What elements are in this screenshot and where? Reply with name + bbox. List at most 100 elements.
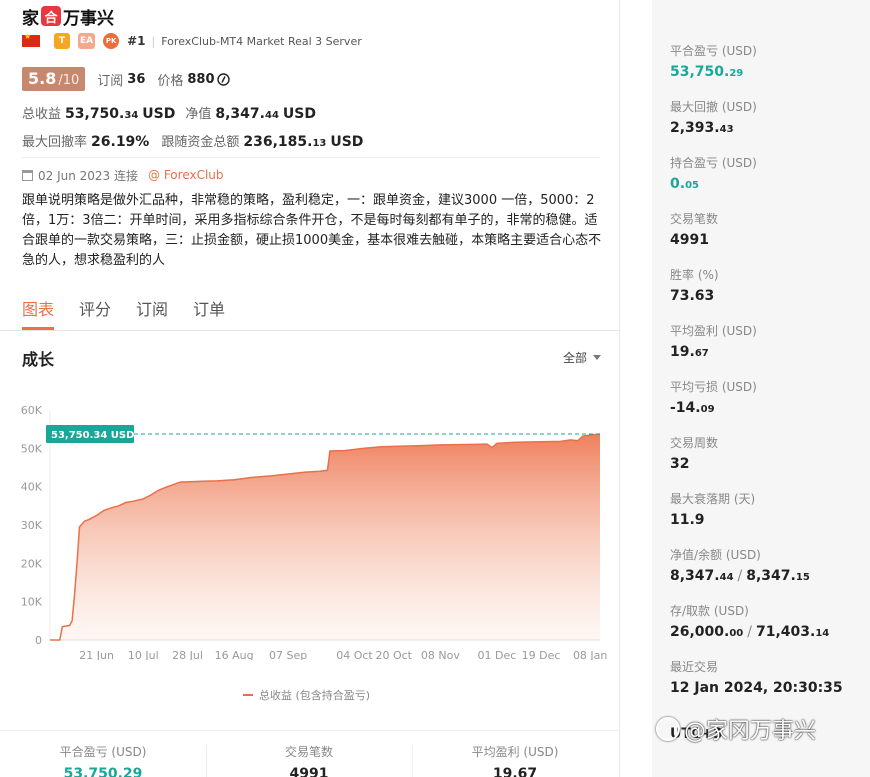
- drawdown-label: 最大回撤率: [22, 135, 88, 150]
- score-box: 5.8 /10: [22, 67, 86, 91]
- watermark: @家冈万事兴: [656, 713, 816, 745]
- side-value-int-2: 71,403.: [755, 624, 816, 640]
- side-value: 2,393.43: [670, 120, 865, 136]
- net-unit: USD: [282, 106, 316, 122]
- side-value: 73.63: [670, 288, 715, 304]
- server-name: ForexClub-MT4 Market Real 3 Server: [161, 34, 362, 48]
- side-value-dec: 43: [719, 124, 734, 135]
- side-label: 最大衰落期 (天): [670, 492, 756, 506]
- stats-sidebar: 平合盈亏 (USD) 53,750.29 最大回撤 (USD) 2,393.43…: [652, 0, 870, 777]
- current-value-badge: 53,750.34 USD: [46, 424, 134, 443]
- watermark-logo-icon: [656, 717, 680, 741]
- y-tick-label: 20K: [21, 557, 43, 570]
- china-flag-icon: [22, 32, 40, 47]
- title-prefix: 家: [22, 8, 39, 29]
- subscribe-label: 订阅: [97, 73, 124, 89]
- side-value: 12 Jan 2024, 20:30:35: [670, 680, 843, 696]
- tab-chart[interactable]: 图表: [22, 296, 54, 320]
- side-value: 19.67: [670, 344, 865, 360]
- side-value: 8,347.44/8,347.15: [670, 568, 865, 584]
- tab-subscription[interactable]: 订阅: [136, 296, 168, 320]
- chart-legend[interactable]: 总收益 (包含持合盈亏): [243, 687, 370, 703]
- side-value-slash: /: [737, 568, 743, 584]
- bottom-stat-label: 平合盈亏 (USD): [59, 745, 147, 759]
- side-value-dec: 09: [700, 404, 715, 415]
- side-value-int: 0.: [670, 176, 686, 192]
- side-value: 0.05: [670, 176, 865, 192]
- bottom-stat-label: 交易笔数: [284, 745, 333, 759]
- strategy-description: 跟单说明策略是做外汇品种，非常稳的策略，盈利稳定，一：跟单资金，建议3000 一…: [22, 193, 602, 268]
- y-tick-label: 10K: [21, 596, 43, 609]
- main-panel: 家 合 万事兴 T EA PK #1 | ForexClub-MT4 Marke…: [0, 0, 620, 777]
- drawdown-value: 26.19%: [91, 134, 150, 150]
- bottom-stat-trades: 交易笔数 4991: [206, 743, 412, 777]
- side-label: 交易周数: [670, 436, 719, 450]
- x-tick-label: 16 Aug: [215, 649, 254, 660]
- divider: [22, 157, 600, 158]
- side-value-dec: 05: [685, 180, 699, 191]
- x-tick-label: 20 Oct: [375, 649, 412, 660]
- side-label: 最近交易: [670, 660, 719, 674]
- side-item-avg-profit: 平均盈利 (USD) 19.67: [670, 322, 865, 360]
- price-value: 880: [187, 71, 215, 87]
- tab-orders[interactable]: 订单: [193, 296, 225, 320]
- side-label: 净值/余额 (USD): [670, 548, 761, 562]
- broker-link[interactable]: @ ForexClub: [148, 168, 224, 182]
- tab-rating[interactable]: 评分: [79, 296, 111, 320]
- meta-row: T EA PK #1 | ForexClub-MT4 Market Real 3…: [22, 32, 362, 50]
- total-profit-label: 总收益: [22, 107, 62, 122]
- side-value: -14.09: [670, 400, 865, 416]
- side-value-int: 53,750.: [670, 64, 730, 80]
- side-item-open-pl: 持合盈亏 (USD) 0.05: [670, 154, 865, 192]
- connect-date: 02 Jun 2023 连接: [38, 168, 139, 183]
- chevron-down-icon: [593, 355, 602, 360]
- legend-swatch: [243, 694, 253, 696]
- side-item-equity-balance: 净值/余额 (USD) 8,347.44/8,347.15: [670, 546, 865, 584]
- y-tick-label: 40K: [21, 481, 43, 494]
- x-tick-label: 07 Sep: [269, 649, 307, 660]
- y-tick-label: 0: [35, 634, 42, 647]
- score-value: 5.8: [28, 69, 57, 88]
- follow-label: 跟随资金总额: [161, 135, 240, 150]
- title-badge: 合: [41, 6, 61, 26]
- range-select[interactable]: 全部: [563, 349, 602, 366]
- side-label: 最大回撤 (USD): [670, 100, 757, 114]
- drawdown-row: 最大回撤率 26.19% 跟随资金总额 236,185. 13 USD: [22, 131, 373, 151]
- profit-row: 总收益 53,750. 34 USD 净值 8,347. 44 USD: [22, 103, 326, 123]
- side-value-int: 2,393.: [670, 120, 720, 136]
- x-tick-label: 28 Jul: [172, 649, 203, 660]
- x-tick-label: 08 Nov: [421, 649, 460, 660]
- side-item-trades: 交易笔数 4991: [670, 210, 865, 248]
- score-row: 5.8 /10 订阅 36 价格 880: [22, 67, 230, 91]
- side-value-dec-2: 14: [815, 628, 830, 639]
- bottom-stat-value: 19.67: [492, 766, 538, 777]
- meta-separator: |: [151, 34, 156, 48]
- title-suffix: 万事兴: [63, 8, 114, 29]
- side-value: 32: [670, 456, 690, 472]
- legend-label: 总收益 (包含持合盈亏): [259, 689, 371, 702]
- tag-ea-icon: EA: [78, 33, 96, 49]
- bottom-stat-value: 53,750.29: [63, 766, 143, 777]
- side-item-max-decline-days: 最大衰落期 (天) 11.9: [670, 490, 865, 528]
- side-label: 存/取款 (USD): [670, 604, 749, 618]
- calendar-icon: [22, 169, 33, 181]
- currency-coin-icon: [216, 72, 230, 86]
- side-item-max-drawdown: 最大回撤 (USD) 2,393.43: [670, 98, 865, 136]
- current-value-label: 53,750.34 USD: [51, 430, 134, 441]
- side-value-int: -14.: [670, 400, 701, 416]
- side-value-int: 8,347.: [670, 568, 720, 584]
- total-profit-unit: USD: [142, 106, 176, 122]
- rank-badge: #1: [127, 34, 146, 48]
- x-tick-label: 19 Dec: [522, 649, 561, 660]
- x-tick-label: 10 Jul: [128, 649, 159, 660]
- side-label: 持合盈亏 (USD): [670, 156, 757, 170]
- side-label: 平均盈利 (USD): [670, 324, 757, 338]
- side-value: 11.9: [670, 512, 705, 528]
- side-value-dec: 67: [694, 348, 709, 359]
- tab-bar: 图表 评分 订阅 订单: [22, 296, 250, 320]
- net-dec: 44: [264, 110, 279, 121]
- side-label: 平合盈亏 (USD): [670, 44, 757, 58]
- side-item-closed-pl: 平合盈亏 (USD) 53,750.29: [670, 42, 865, 80]
- tag-t-icon: T: [54, 33, 70, 49]
- side-value-dec: 00: [729, 628, 744, 639]
